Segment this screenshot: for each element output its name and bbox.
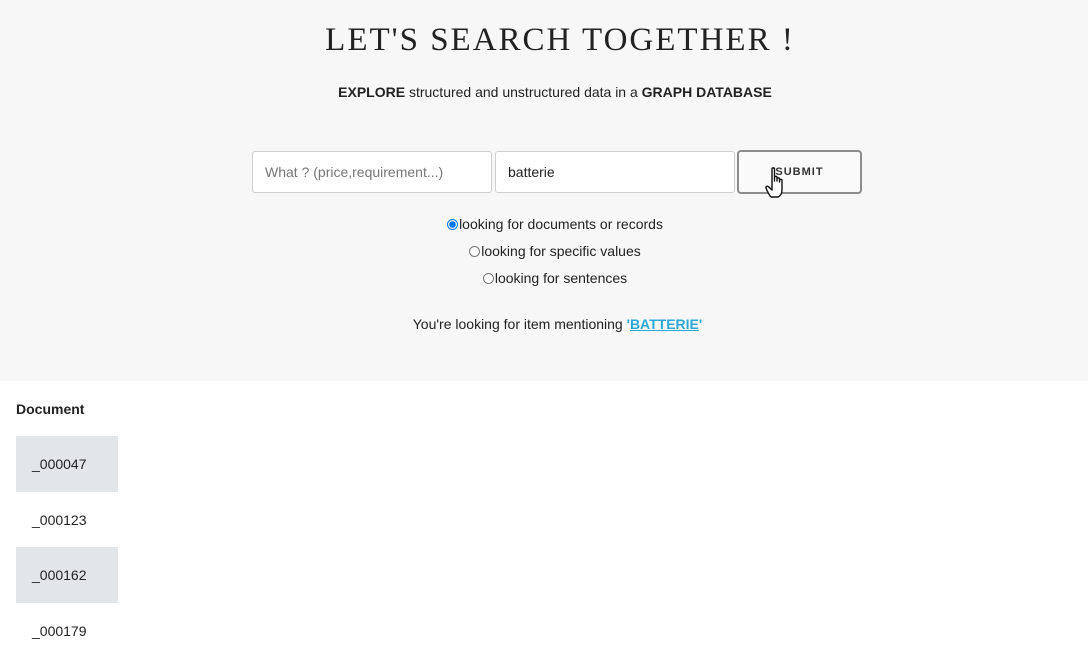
document-column-header: Document (16, 401, 85, 417)
what-input[interactable] (252, 151, 492, 193)
subtitle-graph-database: GRAPH DATABASE (641, 84, 772, 100)
hand-pointer-icon (765, 167, 783, 198)
mode-option-sentences[interactable]: looking for sentences (0, 270, 1088, 286)
document-row[interactable]: _000047 (16, 436, 118, 492)
search-summary-text: You're looking for item mentioning (412, 316, 627, 332)
mode-radio-values[interactable] (469, 246, 481, 257)
mode-option-values[interactable]: looking for specific values (0, 243, 1088, 259)
submit-button[interactable]: SUBMIT (737, 150, 862, 194)
search-term-link[interactable]: BATTERIE (630, 316, 699, 332)
subtitle-text: structured and unstructured data in a (405, 84, 642, 100)
document-row[interactable]: _000179 (16, 603, 118, 659)
mode-radio-sentences[interactable] (482, 273, 494, 284)
subtitle-explore: EXPLORE (338, 84, 406, 100)
mode-option-documents[interactable]: looking for documents or records (0, 216, 1088, 232)
page-subtitle: EXPLORE structured and unstructured data… (0, 84, 1088, 100)
page-title: LET'S SEARCH TOGETHER ! (325, 22, 795, 58)
search-hero: LET'S SEARCH TOGETHER ! EXPLORE structur… (0, 0, 1088, 381)
mode-label-documents: looking for documents or records (459, 216, 663, 232)
search-summary: You're looking for item mentioning 'BATT… (0, 316, 1088, 332)
mode-label-sentences: looking for sentences (494, 270, 628, 286)
mode-radio-documents[interactable] (447, 219, 459, 230)
quote-close: ' (698, 316, 703, 332)
search-term-input[interactable] (495, 151, 735, 193)
mode-label-values: looking for specific values (481, 243, 641, 259)
document-row[interactable]: _000123 (16, 492, 118, 548)
document-row[interactable]: _000162 (16, 547, 118, 603)
